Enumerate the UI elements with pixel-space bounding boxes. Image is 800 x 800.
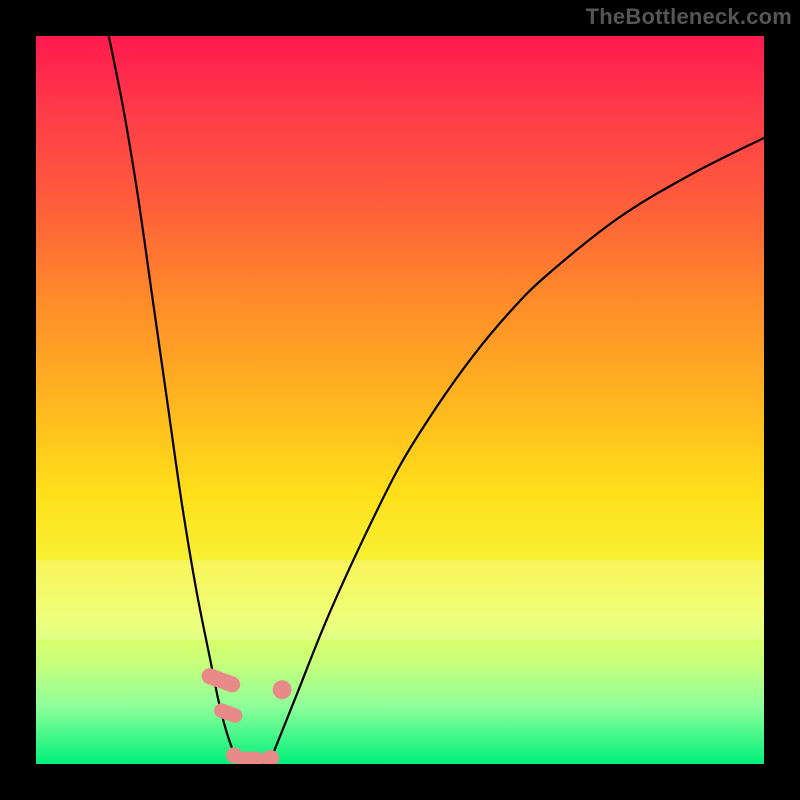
markers-group [199, 666, 291, 764]
marker-dot [273, 680, 292, 699]
chart-frame: TheBottleneck.com [0, 0, 800, 800]
marker-pill [235, 752, 264, 764]
marker-pill [262, 750, 279, 764]
marker-pill [212, 701, 244, 725]
curve-layer [36, 36, 764, 764]
curve-left [109, 36, 240, 764]
plot-area [36, 36, 764, 764]
marker-pill [199, 666, 242, 695]
curve-right [269, 138, 764, 764]
watermark-text: TheBottleneck.com [586, 4, 792, 30]
